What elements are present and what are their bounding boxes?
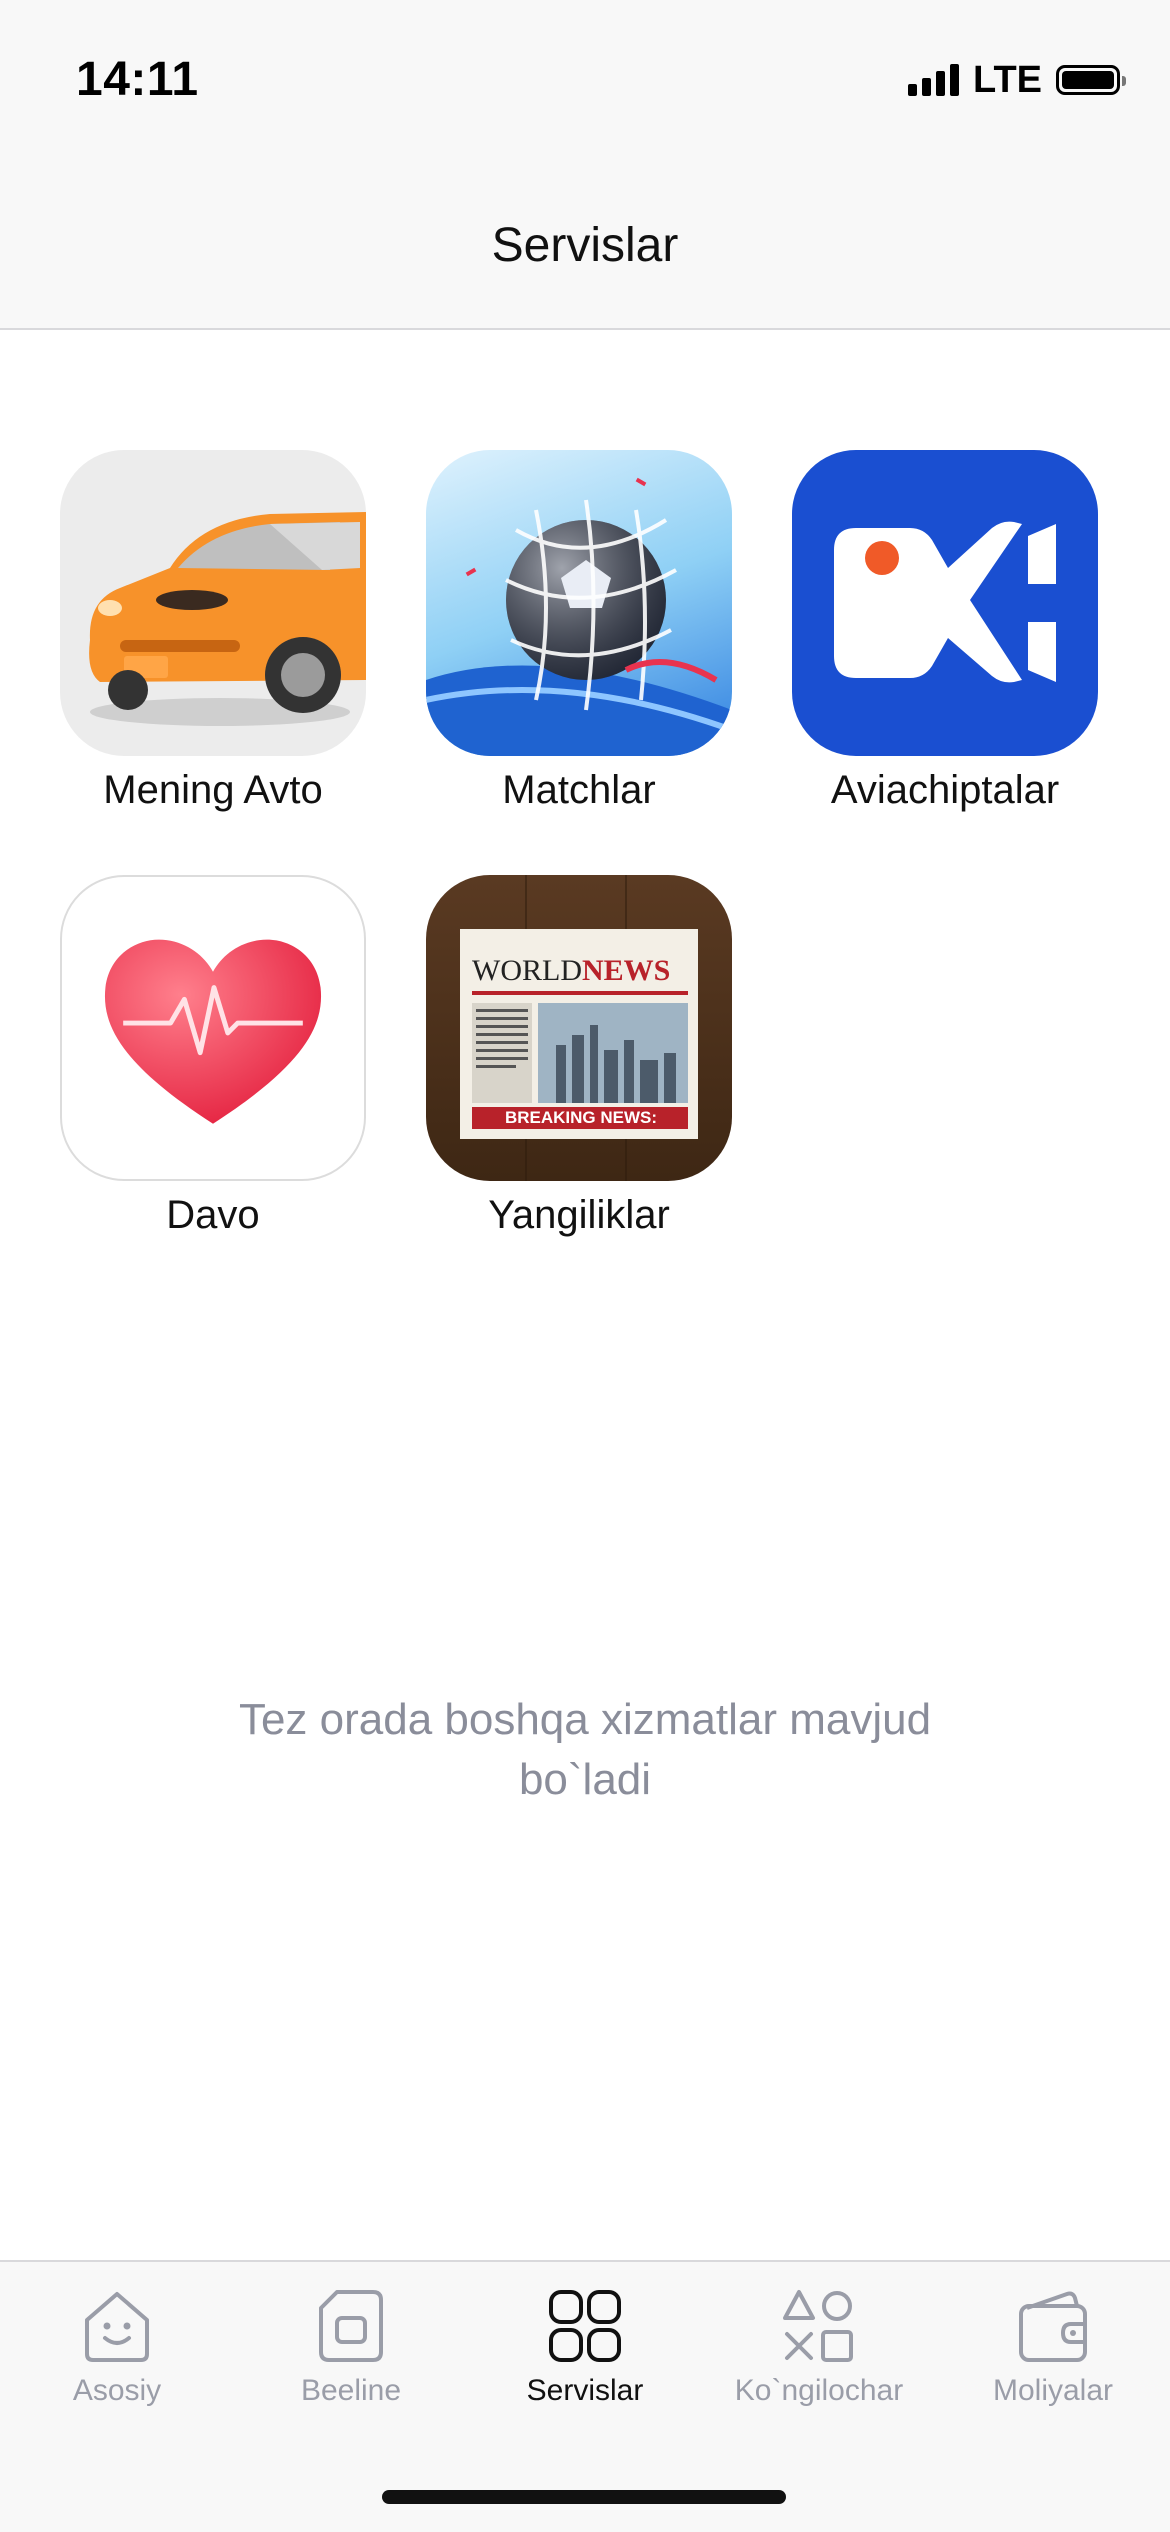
home-indicator[interactable] xyxy=(382,2490,786,2504)
coming-soon-message: Tez orada boshqa xizmatlar mavjud bo`lad… xyxy=(185,1690,985,1810)
heart-pulse-icon xyxy=(60,875,366,1181)
services-screen: 14:11 LTE Servislar Mening Avto Matchlar… xyxy=(0,0,1170,2532)
newspaper-banner: BREAKING NEWS: xyxy=(504,1108,658,1127)
tab-servislar[interactable]: Servislar xyxy=(468,2286,702,2408)
tab-kongilochar[interactable]: Ko`ngilochar xyxy=(702,2286,936,2408)
coming-soon-line-2: bo`ladi xyxy=(518,1755,652,1804)
newspaper-icon: WORLDNEWS BREAKING NEWS: xyxy=(426,875,732,1181)
status-indicators: LTE xyxy=(908,56,1126,104)
tab-label: Beeline xyxy=(300,2374,402,2407)
service-label: Aviachiptalar xyxy=(830,768,1060,812)
tab-label: Asosiy xyxy=(72,2374,162,2407)
sim-card-icon xyxy=(319,2290,383,2362)
tab-moliyalar[interactable]: Moliyalar xyxy=(936,2286,1170,2408)
tab-asosiy[interactable]: Asosiy xyxy=(0,2286,234,2408)
service-label: Matchlar xyxy=(502,768,656,812)
smiley-home-icon xyxy=(85,2292,149,2362)
battery-icon xyxy=(1056,65,1126,95)
tab-label: Ko`ngilochar xyxy=(734,2374,904,2407)
tab-beeline[interactable]: Beeline xyxy=(234,2286,468,2408)
page-title: Servislar xyxy=(491,219,679,272)
grid-icon xyxy=(549,2290,621,2362)
wallet-icon xyxy=(1019,2291,1087,2362)
coming-soon-line-1: Tez orada boshqa xizmatlar mavjud xyxy=(238,1695,932,1744)
airplane-icon xyxy=(792,450,1098,756)
status-time: 14:11 xyxy=(76,53,199,106)
service-mening-avto[interactable]: Mening Avto xyxy=(43,450,383,813)
service-label: Davo xyxy=(166,1193,260,1237)
tab-label: Servislar xyxy=(526,2374,644,2407)
shapes-icon xyxy=(783,2290,853,2362)
signal-icon xyxy=(908,64,960,96)
service-davo[interactable]: Davo xyxy=(43,875,383,1238)
service-matchlar[interactable]: Matchlar xyxy=(409,450,749,813)
service-aviachiptalar[interactable]: Aviachiptalar xyxy=(775,450,1115,813)
tab-label: Moliyalar xyxy=(992,2374,1114,2407)
newspaper-masthead: WORLDNEWS xyxy=(472,954,671,987)
service-label: Mening Avto xyxy=(103,768,323,812)
car-icon xyxy=(60,450,366,756)
service-label: Yangiliklar xyxy=(488,1193,670,1237)
service-yangiliklar[interactable]: WORLDNEWS BREAKING NEWS: Yangiliklar xyxy=(409,875,749,1238)
top-bar: 14:11 LTE Servislar xyxy=(0,0,1170,330)
network-type: LTE xyxy=(973,58,1042,101)
soccer-ball-icon xyxy=(426,450,732,756)
